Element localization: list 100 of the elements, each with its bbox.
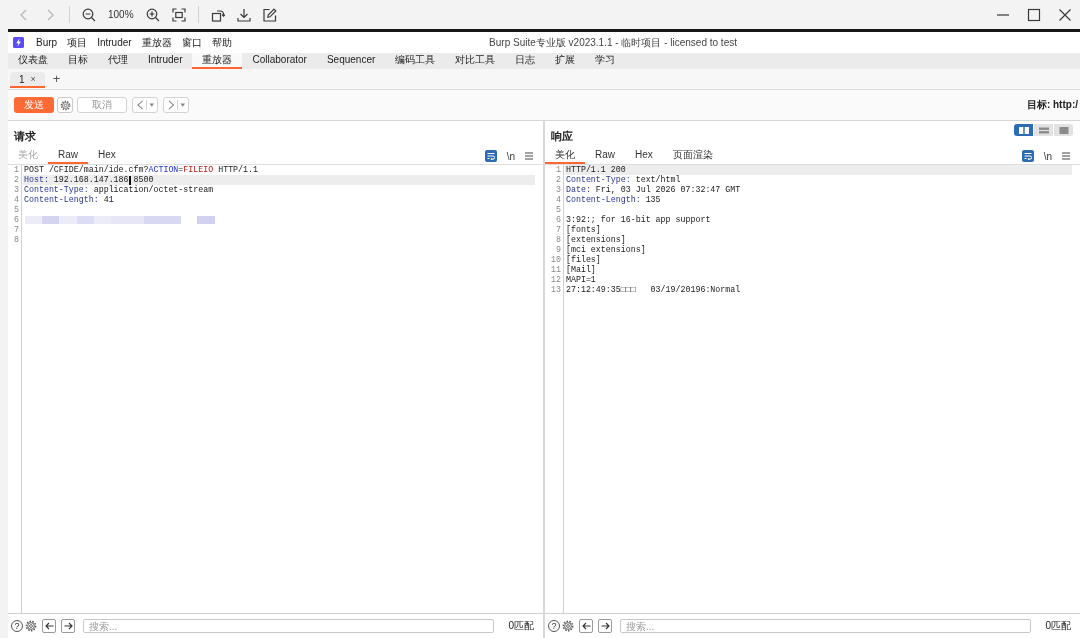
gear-icon xyxy=(59,99,71,111)
settings-icon[interactable] xyxy=(25,620,37,632)
code-text: Content-Type: text/html xyxy=(565,175,681,185)
arrow-left-icon xyxy=(581,622,591,630)
close-icon[interactable] xyxy=(1058,7,1072,22)
menu-item[interactable]: 帮助 xyxy=(206,35,237,50)
arrow-right-icon xyxy=(600,622,610,630)
wrap-lines-icon xyxy=(486,152,495,160)
panel-title: 请求 xyxy=(14,130,36,144)
match-count: 0匹配 xyxy=(508,619,534,633)
menu-item[interactable]: 重放器 xyxy=(136,35,177,50)
line-number: 7 xyxy=(14,225,19,235)
line-number: 8 xyxy=(14,235,19,245)
editor-tab[interactable]: 页面渲染 xyxy=(662,148,723,164)
previous-match-button[interactable] xyxy=(42,619,56,633)
text-cursor xyxy=(128,175,131,185)
code-text: [files] xyxy=(565,255,601,265)
code-text: [mci extensions] xyxy=(565,245,646,255)
download-icon[interactable] xyxy=(236,7,251,22)
menu-item[interactable]: 项目 xyxy=(62,35,93,50)
wrap-toggle-button[interactable] xyxy=(1021,150,1034,162)
line-number: 5 xyxy=(14,205,19,215)
code-text: Content-Length: 41 xyxy=(24,195,114,205)
line-number: 13 xyxy=(551,285,561,295)
line-number: 4 xyxy=(14,195,19,205)
line-number: 8 xyxy=(555,235,561,245)
search-field[interactable]: 搜索... xyxy=(83,619,495,633)
editor-tab[interactable]: Hex xyxy=(625,148,663,164)
line-number: 3 xyxy=(14,185,19,195)
rotate-icon[interactable] xyxy=(210,7,225,22)
tool-tab[interactable]: 学习 xyxy=(585,53,626,69)
wrap-toggle-button[interactable] xyxy=(484,150,497,162)
editor-tab[interactable]: Raw xyxy=(585,148,625,164)
tool-tab[interactable]: 重放器 xyxy=(192,53,243,69)
tool-tab[interactable]: Sequencer xyxy=(316,53,386,69)
menu-item[interactable]: 窗口 xyxy=(176,35,207,50)
rows-icon xyxy=(1038,126,1049,134)
square-icon xyxy=(1058,126,1069,134)
history-back-button[interactable] xyxy=(132,97,158,113)
tool-tab[interactable]: 仪表盘 xyxy=(8,53,58,69)
settings-button[interactable] xyxy=(57,97,73,113)
code-text: [Mail] xyxy=(565,265,596,275)
newline-toggle[interactable]: \n xyxy=(1043,150,1052,162)
close-tab-button[interactable]: × xyxy=(30,74,36,84)
editor-tab[interactable]: Raw xyxy=(48,148,88,164)
code-text: MAPI=1 xyxy=(565,275,596,285)
tool-tab[interactable]: 日志 xyxy=(505,53,546,69)
search-field[interactable]: 搜索... xyxy=(620,619,1032,633)
next-match-button[interactable] xyxy=(598,619,612,633)
layout-toggle-button[interactable] xyxy=(1054,124,1073,136)
tool-tab[interactable]: 代理 xyxy=(98,53,138,69)
code-text: Content-Type: application/octet-stream xyxy=(24,185,214,195)
arrow-left-icon xyxy=(44,622,54,630)
chevron-right-icon xyxy=(168,100,175,110)
target-label: 目标: http:/ xyxy=(1026,98,1079,112)
new-tab-button[interactable]: + xyxy=(52,72,61,86)
tool-tab[interactable]: Collaborator xyxy=(242,53,317,69)
line-number: 11 xyxy=(551,265,561,275)
line-number: 2 xyxy=(555,175,561,185)
line-number: 10 xyxy=(551,255,561,265)
line-number: 12 xyxy=(551,275,561,285)
next-match-button[interactable] xyxy=(61,619,75,633)
tool-tab[interactable]: 编码工具 xyxy=(385,53,446,69)
code-text: [extensions] xyxy=(565,235,626,245)
previous-match-button[interactable] xyxy=(579,619,593,633)
edit-icon[interactable] xyxy=(262,7,277,22)
layout-toggle-button[interactable] xyxy=(1034,124,1053,136)
line-number: 5 xyxy=(555,205,561,215)
menu-item[interactable]: Burp xyxy=(31,37,63,48)
window-title: Burp Suite专业版 v2023.1.1 - 临时项目 - licensed to test xyxy=(489,35,737,50)
maximize-icon[interactable] xyxy=(1027,7,1041,22)
fit-screen-icon[interactable] xyxy=(171,7,186,22)
menu-icon[interactable] xyxy=(1062,152,1070,160)
wrap-lines-icon xyxy=(1023,152,1032,160)
code-text: Date: Fri, 03 Jul 2026 07:32:47 GMT xyxy=(565,185,741,195)
arrow-right-icon xyxy=(63,622,73,630)
chevron-left-icon xyxy=(137,100,144,110)
layout-toggle-button[interactable] xyxy=(1014,124,1033,136)
lightning-icon xyxy=(13,37,24,48)
history-forward-button[interactable] xyxy=(163,97,189,113)
zoom-out-icon[interactable] xyxy=(82,7,96,22)
newline-toggle[interactable]: \n xyxy=(506,150,515,162)
columns-icon xyxy=(1018,126,1029,134)
tool-tab[interactable]: 目标 xyxy=(58,53,98,69)
code-text: 8500 xyxy=(133,175,154,185)
repeater-tab[interactable]: 1 × xyxy=(10,72,45,88)
menu-item[interactable]: Intruder xyxy=(92,37,137,48)
settings-icon[interactable] xyxy=(562,620,574,632)
tool-tab[interactable]: 对比工具 xyxy=(445,53,506,69)
code-text: Host: 192.168.147.186 xyxy=(24,175,129,185)
zoom-in-icon[interactable] xyxy=(145,7,160,22)
code-text: 3:92:; for 16-bit app support xyxy=(565,215,711,225)
code-text: [fonts] xyxy=(565,225,601,235)
line-number: 2 xyxy=(14,175,19,185)
line-number: 6 xyxy=(555,215,561,225)
code-text: 27:12:49:35□□□ 03/19/20196:Normal xyxy=(565,285,741,295)
menu-icon[interactable] xyxy=(525,152,533,160)
tool-tab[interactable]: Intruder xyxy=(138,53,193,69)
tool-tab[interactable]: 扩展 xyxy=(545,53,586,69)
editor-tab[interactable]: Hex xyxy=(88,148,126,164)
